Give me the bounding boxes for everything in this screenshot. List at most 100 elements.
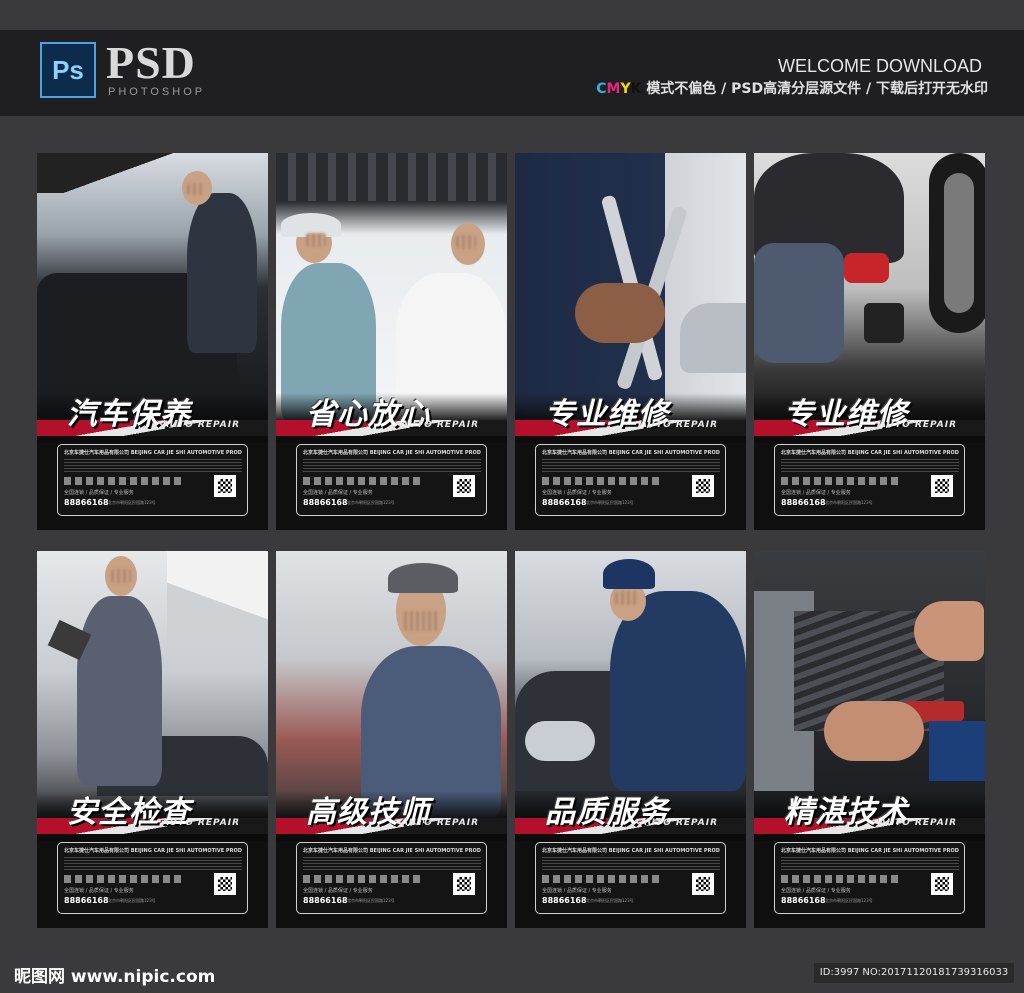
award-icons	[542, 477, 662, 485]
qr-code-icon	[692, 873, 714, 895]
company-name: 北京车捷仕汽车用品有限公司 BEIJING CAR JIE SHI AUTOMO…	[303, 450, 481, 456]
phone-number: 88866168	[781, 498, 826, 507]
cmyk-c: C	[596, 81, 607, 97]
brand-title: PSD	[106, 37, 196, 88]
info-text-lines	[64, 857, 242, 871]
address-text: 北京市朝阳区民国路123号	[108, 898, 156, 903]
phone-number: 88866168	[542, 896, 587, 905]
poster-card: 精湛技术 AUTO REPAIR 北京车捷仕汽车用品有限公司 BEIJING C…	[754, 551, 985, 928]
welcome-text: WELCOME DOWNLOAD	[777, 56, 982, 76]
address-text: 北京市朝阳区民国路123号	[825, 898, 873, 903]
info-text-lines	[781, 459, 959, 473]
phone-number: 88866168	[303, 896, 348, 905]
nipic-logo[interactable]: 昵图网 www.nipic.com	[14, 962, 215, 987]
phone-number: 88866168	[303, 498, 348, 507]
service-text: 全国连锁 / 品质保证 / 专业服务	[64, 888, 134, 894]
cmyk-m: M	[606, 81, 621, 97]
info-text-lines	[542, 459, 720, 473]
award-icons	[64, 477, 184, 485]
poster-subtitle: AUTO REPAIR	[640, 420, 718, 430]
poster-card: 汽车保养 AUTO REPAIR 北京车捷仕汽车用品有限公司 BEIJING C…	[37, 153, 268, 530]
address-text: 北京市朝阳区民国路123号	[347, 500, 395, 505]
service-text: 全国连锁 / 品质保证 / 专业服务	[781, 490, 851, 496]
service-text: 全国连锁 / 品质保证 / 专业服务	[303, 888, 373, 894]
service-text: 全国连锁 / 品质保证 / 专业服务	[542, 490, 612, 496]
cmyk-k: K	[630, 81, 642, 97]
info-text-lines	[542, 857, 720, 871]
phone-number: 88866168	[64, 498, 109, 507]
info-box: 北京车捷仕汽车用品有限公司 BEIJING CAR JIE SHI AUTOMO…	[774, 444, 965, 516]
info-box: 北京车捷仕汽车用品有限公司 BEIJING CAR JIE SHI AUTOMO…	[57, 444, 248, 516]
info-text-lines	[64, 459, 242, 473]
poster-subtitle: AUTO REPAIR	[879, 818, 957, 828]
poster-card: 专业维修 AUTO REPAIR 北京车捷仕汽车用品有限公司 BEIJING C…	[754, 153, 985, 530]
poster-card: 安全检查 AUTO REPAIR 北京车捷仕汽车用品有限公司 BEIJING C…	[37, 551, 268, 928]
qr-code-icon	[214, 475, 236, 497]
poster-photo	[754, 551, 985, 821]
poster-photo	[515, 551, 746, 821]
info-text-lines	[303, 857, 481, 871]
cmyk-y: Y	[620, 81, 631, 97]
poster-photo	[754, 153, 985, 423]
tagline-text: 模式不偏色 / PSD高清分层源文件 / 下载后打开无水印	[646, 81, 988, 97]
phone-number: 88866168	[542, 498, 587, 507]
phone-number: 88866168	[781, 896, 826, 905]
qr-code-icon	[453, 873, 475, 895]
poster-subtitle: AUTO REPAIR	[401, 420, 479, 430]
company-name: 北京车捷仕汽车用品有限公司 BEIJING CAR JIE SHI AUTOMO…	[781, 450, 959, 456]
info-box: 北京车捷仕汽车用品有限公司 BEIJING CAR JIE SHI AUTOMO…	[535, 444, 726, 516]
address-text: 北京市朝阳区民国路123号	[347, 898, 395, 903]
award-icons	[64, 875, 184, 883]
photoshop-icon: Ps	[40, 42, 96, 98]
info-box: 北京车捷仕汽车用品有限公司 BEIJING CAR JIE SHI AUTOMO…	[296, 842, 487, 914]
qr-code-icon	[453, 475, 475, 497]
image-id-label: ID:3997 NO:20171120181739316033	[814, 963, 1014, 983]
info-box: 北京车捷仕汽车用品有限公司 BEIJING CAR JIE SHI AUTOMO…	[57, 842, 248, 914]
poster-subtitle: AUTO REPAIR	[640, 818, 718, 828]
address-text: 北京市朝阳区民国路123号	[586, 898, 634, 903]
award-icons	[542, 875, 662, 883]
company-name: 北京车捷仕汽车用品有限公司 BEIJING CAR JIE SHI AUTOMO…	[542, 450, 720, 456]
info-box: 北京车捷仕汽车用品有限公司 BEIJING CAR JIE SHI AUTOMO…	[535, 842, 726, 914]
company-name: 北京车捷仕汽车用品有限公司 BEIJING CAR JIE SHI AUTOMO…	[781, 848, 959, 854]
poster-subtitle: AUTO REPAIR	[162, 420, 240, 430]
phone-number: 88866168	[64, 896, 109, 905]
poster-photo	[37, 153, 268, 423]
qr-code-icon	[692, 475, 714, 497]
poster-subtitle: AUTO REPAIR	[162, 818, 240, 828]
poster-photo	[37, 551, 268, 821]
poster-card: 高级技师 AUTO REPAIR 北京车捷仕汽车用品有限公司 BEIJING C…	[276, 551, 507, 928]
poster-photo	[276, 153, 507, 423]
info-box: 北京车捷仕汽车用品有限公司 BEIJING CAR JIE SHI AUTOMO…	[296, 444, 487, 516]
qr-code-icon	[214, 873, 236, 895]
poster-photo	[515, 153, 746, 423]
address-text: 北京市朝阳区民国路123号	[825, 500, 873, 505]
qr-code-icon	[931, 475, 953, 497]
photoshop-icon-label: Ps	[52, 54, 84, 85]
info-box: 北京车捷仕汽车用品有限公司 BEIJING CAR JIE SHI AUTOMO…	[774, 842, 965, 914]
service-text: 全国连锁 / 品质保证 / 专业服务	[781, 888, 851, 894]
address-text: 北京市朝阳区民国路123号	[108, 500, 156, 505]
poster-card: 专业维修 AUTO REPAIR 北京车捷仕汽车用品有限公司 BEIJING C…	[515, 153, 746, 530]
top-margin	[0, 0, 1024, 30]
company-name: 北京车捷仕汽车用品有限公司 BEIJING CAR JIE SHI AUTOMO…	[64, 450, 242, 456]
info-text-lines	[303, 459, 481, 473]
company-name: 北京车捷仕汽车用品有限公司 BEIJING CAR JIE SHI AUTOMO…	[542, 848, 720, 854]
poster-card: 省心放心 AUTO REPAIR 北京车捷仕汽车用品有限公司 BEIJING C…	[276, 153, 507, 530]
tagline: CMYK 模式不偏色 / PSD高清分层源文件 / 下载后打开无水印	[596, 78, 988, 98]
award-icons	[781, 875, 901, 883]
qr-code-icon	[931, 873, 953, 895]
company-name: 北京车捷仕汽车用品有限公司 BEIJING CAR JIE SHI AUTOMO…	[64, 848, 242, 854]
award-icons	[303, 875, 423, 883]
service-text: 全国连锁 / 品质保证 / 专业服务	[64, 490, 134, 496]
service-text: 全国连锁 / 品质保证 / 专业服务	[303, 490, 373, 496]
poster-subtitle: AUTO REPAIR	[879, 420, 957, 430]
poster-photo	[276, 551, 507, 821]
info-text-lines	[781, 857, 959, 871]
brand-subtitle: PHOTOSHOP	[108, 86, 206, 98]
award-icons	[781, 477, 901, 485]
award-icons	[303, 477, 423, 485]
address-text: 北京市朝阳区民国路123号	[586, 500, 634, 505]
poster-subtitle: AUTO REPAIR	[401, 818, 479, 828]
company-name: 北京车捷仕汽车用品有限公司 BEIJING CAR JIE SHI AUTOMO…	[303, 848, 481, 854]
